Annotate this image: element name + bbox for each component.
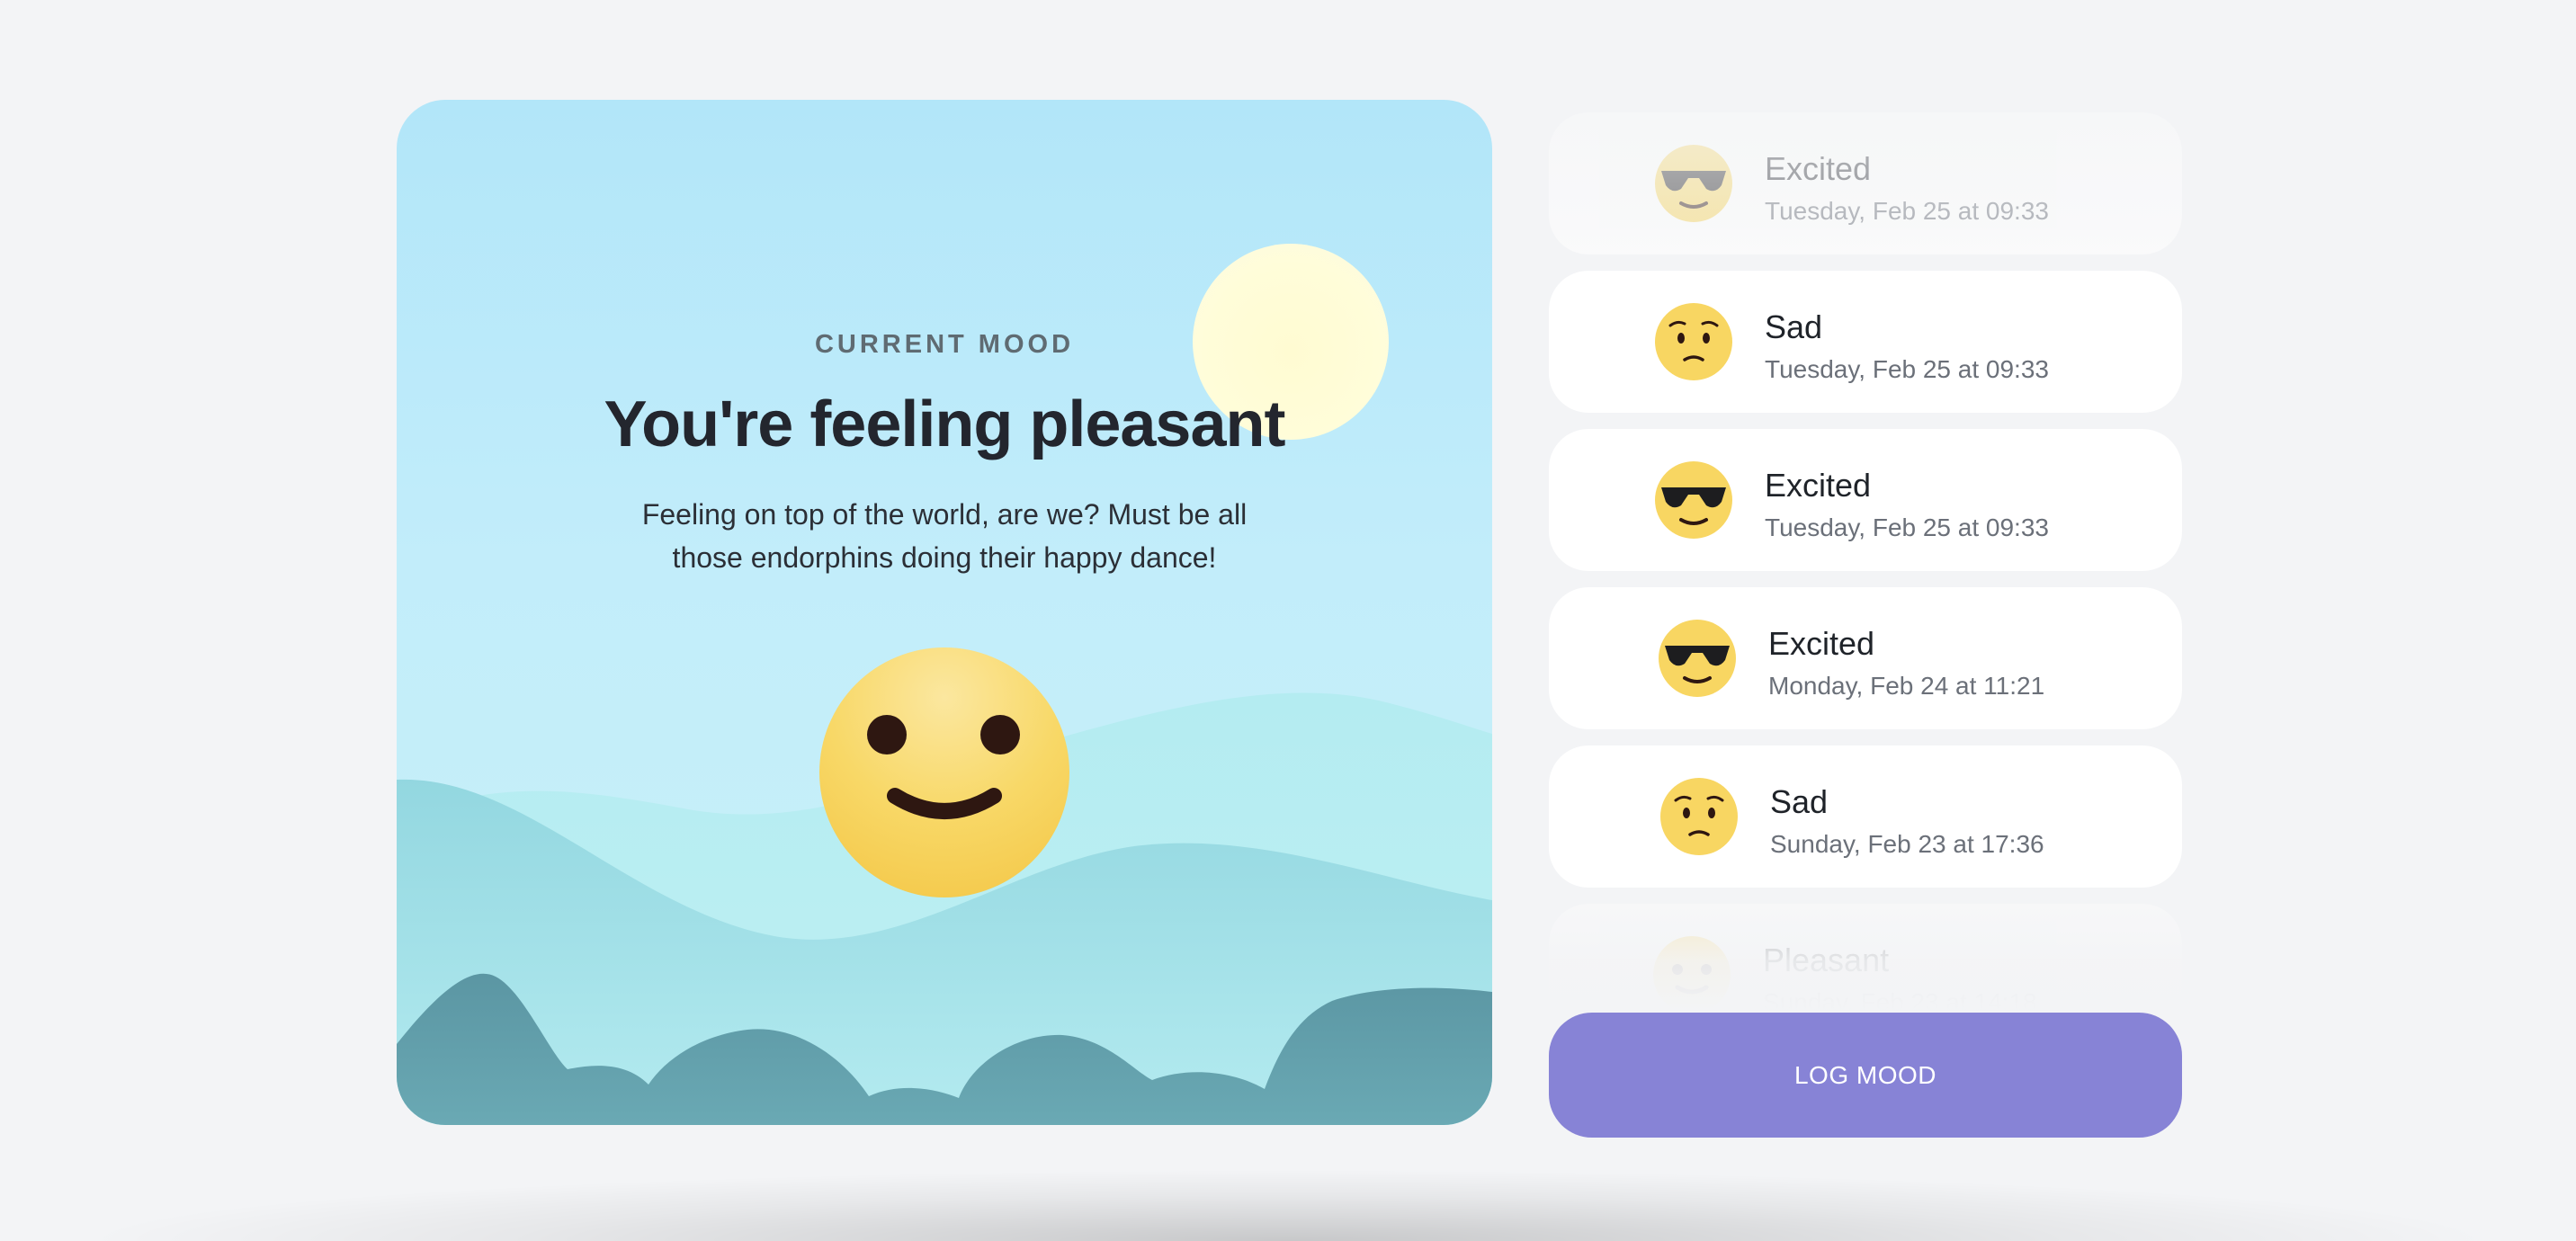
mood-description: Feeling on top of the world, are we? Mus… bbox=[641, 498, 1248, 574]
entry-timestamp: Monday, Feb 24 at 11:21 bbox=[1768, 672, 2045, 700]
sad-face-icon bbox=[1655, 303, 1732, 380]
entry-mood-label: Excited bbox=[1765, 150, 1872, 187]
entry-timestamp: Tuesday, Feb 25 at 09:33 bbox=[1765, 197, 2049, 225]
bottom-shadow bbox=[72, 1169, 2504, 1241]
current-mood-card: CURRENT MOOD You're feeling pleasant Fee… bbox=[397, 100, 1492, 1125]
entry-timestamp: Sunday, Feb 23 at 14:18 bbox=[1763, 988, 2037, 1012]
smiley-face-icon bbox=[1653, 936, 1731, 1012]
list-item[interactable]: Sad Tuesday, Feb 25 at 09:33 bbox=[1549, 271, 2182, 413]
log-mood-button[interactable]: LOG MOOD bbox=[1549, 1013, 2182, 1138]
list-item[interactable]: Excited Tuesday, Feb 25 at 09:33 bbox=[1549, 429, 2182, 571]
entry-timestamp: Tuesday, Feb 25 at 09:33 bbox=[1765, 355, 2049, 383]
page-title: You're feeling pleasant bbox=[604, 388, 1286, 460]
list-item[interactable]: Pleasant Sunday, Feb 23 at 14:18 bbox=[1549, 904, 2182, 1012]
sad-face-icon bbox=[1660, 778, 1738, 855]
entry-timestamp: Tuesday, Feb 25 at 09:33 bbox=[1765, 513, 2049, 541]
sunglasses-face-icon bbox=[1655, 145, 1732, 222]
entry-mood-label: Pleasant bbox=[1763, 942, 1890, 978]
sunglasses-face-icon bbox=[1659, 620, 1736, 697]
sunglasses-face-icon bbox=[1655, 461, 1732, 539]
list-item[interactable]: Excited Tuesday, Feb 25 at 09:33 bbox=[1549, 112, 2182, 254]
current-mood-eyebrow: CURRENT MOOD bbox=[814, 330, 1075, 359]
entry-mood-label: Excited bbox=[1768, 625, 1875, 662]
mood-history-list[interactable]: Excited Tuesday, Feb 25 at 09:33 Sad Tue… bbox=[1549, 112, 2182, 1012]
entry-mood-label: Excited bbox=[1765, 467, 1872, 504]
list-item[interactable]: Excited Monday, Feb 24 at 11:21 bbox=[1549, 587, 2182, 729]
entry-timestamp: Sunday, Feb 23 at 17:36 bbox=[1770, 830, 2044, 858]
entry-mood-label: Sad bbox=[1770, 783, 1829, 820]
entry-mood-label: Sad bbox=[1765, 308, 1823, 345]
list-item[interactable]: Sad Sunday, Feb 23 at 17:36 bbox=[1549, 745, 2182, 888]
smiley-face-icon bbox=[819, 647, 1069, 897]
